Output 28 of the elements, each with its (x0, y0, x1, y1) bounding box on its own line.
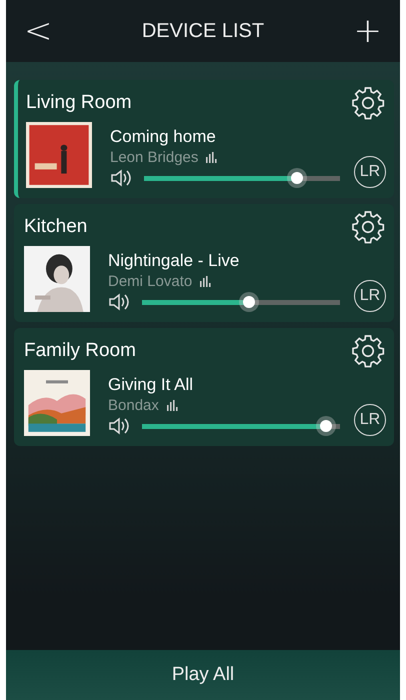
slider-thumb[interactable] (290, 172, 303, 184)
device-card[interactable]: Living Room Coming home Leon Bridges LR (14, 80, 394, 198)
device-card[interactable]: Family Room Giving It All Bondax LR (14, 328, 394, 446)
page-title: DEVICE LIST (142, 20, 264, 42)
back-button[interactable]: < (24, 14, 52, 48)
room-name: Living Room (26, 92, 132, 114)
slider-thumb[interactable] (242, 296, 255, 308)
room-name: Kitchen (24, 216, 88, 238)
room-name: Family Room (24, 340, 136, 362)
song-title: Nightingale - Live (108, 251, 240, 271)
equalizer-icon (166, 400, 178, 411)
add-button[interactable]: + (353, 14, 382, 48)
channel-button[interactable]: LR (354, 404, 386, 436)
artist-name: Bondax (108, 397, 159, 414)
settings-icon[interactable] (350, 333, 386, 369)
song-title: Coming home (110, 127, 216, 147)
artist-name: Demi Lovato (108, 273, 192, 290)
equalizer-icon (206, 152, 218, 163)
song-title: Giving It All (108, 375, 194, 395)
channel-button[interactable]: LR (354, 156, 386, 188)
slider-thumb[interactable] (320, 420, 332, 432)
equalizer-icon (200, 276, 212, 287)
channel-button[interactable]: LR (354, 280, 386, 312)
settings-icon[interactable] (350, 85, 386, 121)
settings-icon[interactable] (350, 209, 386, 245)
artist-name: Leon Bridges (110, 149, 198, 166)
play-all-button[interactable]: Play All (6, 650, 400, 700)
device-card[interactable]: Kitchen Nightingale - Live Demi Lovato LR (14, 204, 394, 322)
